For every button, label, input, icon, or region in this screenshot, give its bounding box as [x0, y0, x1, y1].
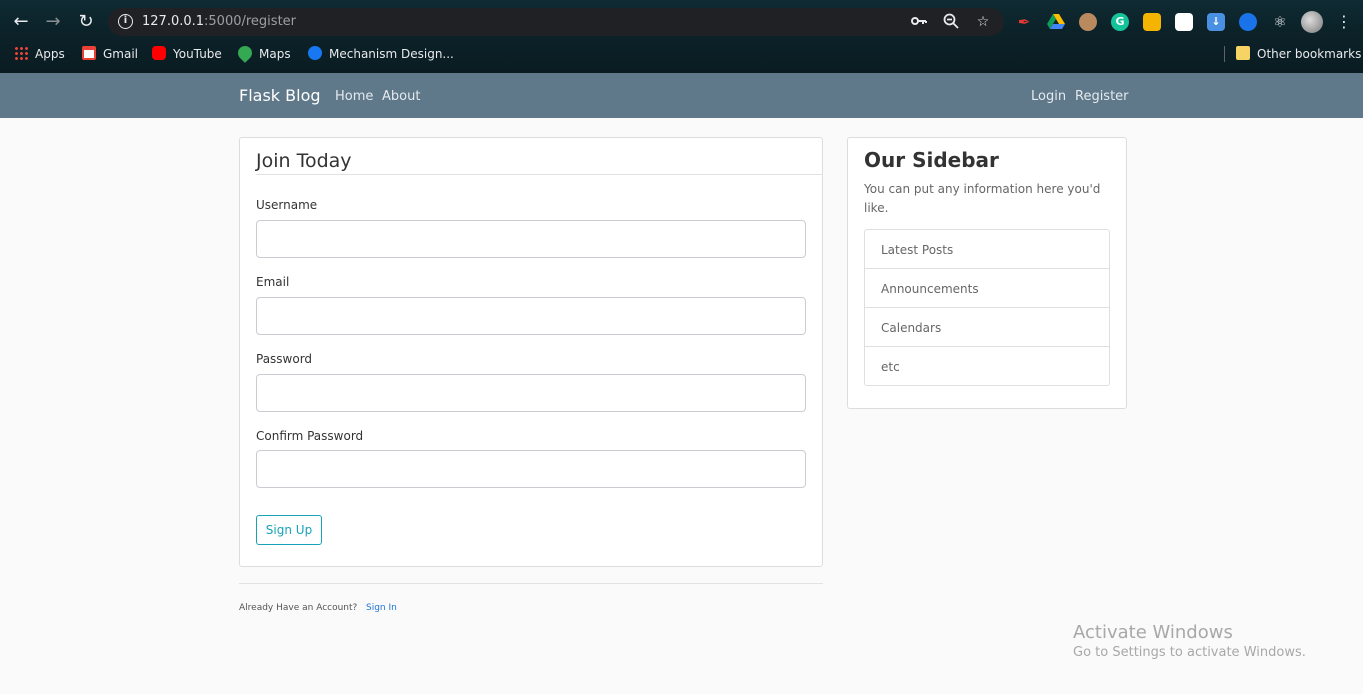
- sidebar-title: Our Sidebar: [864, 148, 999, 172]
- bookmark-mechanism-design[interactable]: Mechanism Design...: [308, 45, 454, 63]
- watermark-subtitle: Go to Settings to activate Windows.: [1073, 645, 1306, 660]
- sidebar-list: Latest Posts Announcements Calendars etc: [864, 229, 1110, 386]
- site-navbar: Flask Blog Home About Login Register: [0, 73, 1363, 118]
- avatar[interactable]: [1301, 11, 1323, 33]
- email-label: Email: [256, 275, 290, 289]
- bookmark-label: Mechanism Design...: [329, 47, 454, 61]
- sidebar-card: Our Sidebar You can put any information …: [847, 137, 1127, 409]
- download-icon[interactable]: ↓: [1207, 13, 1225, 31]
- browser-toolbar: ← → ↻ i 127.0.0.1:5000/register ☆ ✒ G ↓ …: [0, 5, 1363, 39]
- sign-up-button[interactable]: Sign Up: [256, 515, 322, 545]
- legend-divider: [256, 174, 822, 175]
- password-label: Password: [256, 352, 313, 366]
- username-label: Username: [256, 198, 318, 212]
- sidebar-item-calendars[interactable]: Calendars: [864, 307, 1110, 347]
- star-icon[interactable]: ☆: [974, 13, 992, 31]
- sidebar-item-announcements[interactable]: Announcements: [864, 268, 1110, 308]
- sidebar-description: You can put any information here you'd l…: [864, 182, 1101, 215]
- bookmark-gmail[interactable]: Gmail: [82, 45, 138, 63]
- facebook-icon: [308, 46, 322, 60]
- sign-in-link[interactable]: Sign In: [366, 603, 397, 613]
- key-icon[interactable]: [910, 13, 928, 31]
- nav-login[interactable]: Login: [1031, 89, 1066, 104]
- browser-chrome: ← → ↻ i 127.0.0.1:5000/register ☆ ✒ G ↓ …: [0, 0, 1363, 73]
- address-bar[interactable]: i 127.0.0.1:5000/register ☆: [108, 8, 1004, 36]
- nav-register[interactable]: Register: [1075, 89, 1129, 104]
- form-legend: Join Today: [256, 150, 352, 172]
- bookmark-label: Other bookmarks: [1257, 47, 1362, 61]
- brand-logo[interactable]: Flask Blog: [239, 86, 321, 105]
- bookmark-label: Apps: [35, 47, 65, 61]
- sidebar-item-latest-posts[interactable]: Latest Posts: [864, 229, 1110, 269]
- forward-icon[interactable]: →: [40, 9, 66, 35]
- username-field[interactable]: [256, 220, 806, 258]
- watermark-title: Activate Windows: [1073, 622, 1233, 643]
- bookmarks-bar: Apps Gmail YouTube Maps Mechanism Design…: [0, 42, 1363, 66]
- zoom-icon[interactable]: [942, 13, 960, 31]
- screen-icon[interactable]: [1175, 13, 1193, 31]
- footer-divider: [239, 583, 823, 584]
- bookmark-label: YouTube: [173, 47, 222, 61]
- url-text[interactable]: 127.0.0.1:5000/register: [142, 14, 296, 29]
- email-field[interactable]: [256, 297, 806, 335]
- shield-icon[interactable]: [1143, 13, 1161, 31]
- owl-icon[interactable]: [1079, 13, 1097, 31]
- circle-icon[interactable]: [1239, 13, 1257, 31]
- sidebar-item-etc[interactable]: etc: [864, 346, 1110, 386]
- password-field[interactable]: [256, 374, 806, 412]
- folder-icon: [1236, 46, 1250, 60]
- bookmark-separator: [1224, 46, 1225, 62]
- maps-pin-icon: [235, 43, 255, 63]
- bookmark-youtube[interactable]: YouTube: [152, 45, 222, 63]
- bookmark-maps[interactable]: Maps: [235, 43, 291, 63]
- youtube-icon: [152, 46, 166, 60]
- windows-activation-watermark: Activate Windows Go to Settings to activ…: [1073, 622, 1306, 660]
- register-card: Join Today Username Email Password Confi…: [239, 137, 823, 567]
- puzzle-icon[interactable]: ⚛: [1271, 13, 1289, 31]
- gmail-icon: [82, 46, 96, 60]
- apps-grid-icon: [14, 46, 28, 60]
- url-path: :5000/register: [204, 14, 297, 29]
- pen-icon[interactable]: ✒: [1015, 13, 1033, 31]
- bookmark-label: Gmail: [103, 47, 139, 61]
- confirm-password-label: Confirm Password: [256, 429, 364, 443]
- bookmark-apps[interactable]: Apps: [14, 45, 65, 63]
- other-bookmarks[interactable]: Other bookmarks: [1236, 45, 1361, 63]
- reload-icon[interactable]: ↻: [73, 9, 99, 35]
- nav-home[interactable]: Home: [335, 89, 373, 104]
- nav-about[interactable]: About: [382, 89, 420, 104]
- grammarly-icon[interactable]: G: [1111, 13, 1129, 31]
- confirm-password-field[interactable]: [256, 450, 806, 488]
- bookmark-label: Maps: [259, 47, 291, 61]
- footer-text: Already Have an Account?: [239, 603, 358, 613]
- more-menu-icon[interactable]: ⋮: [1336, 11, 1352, 33]
- back-icon[interactable]: ←: [8, 9, 34, 35]
- url-host: 127.0.0.1: [142, 14, 205, 29]
- drive-icon[interactable]: [1047, 13, 1065, 31]
- site-info-icon[interactable]: i: [118, 14, 133, 29]
